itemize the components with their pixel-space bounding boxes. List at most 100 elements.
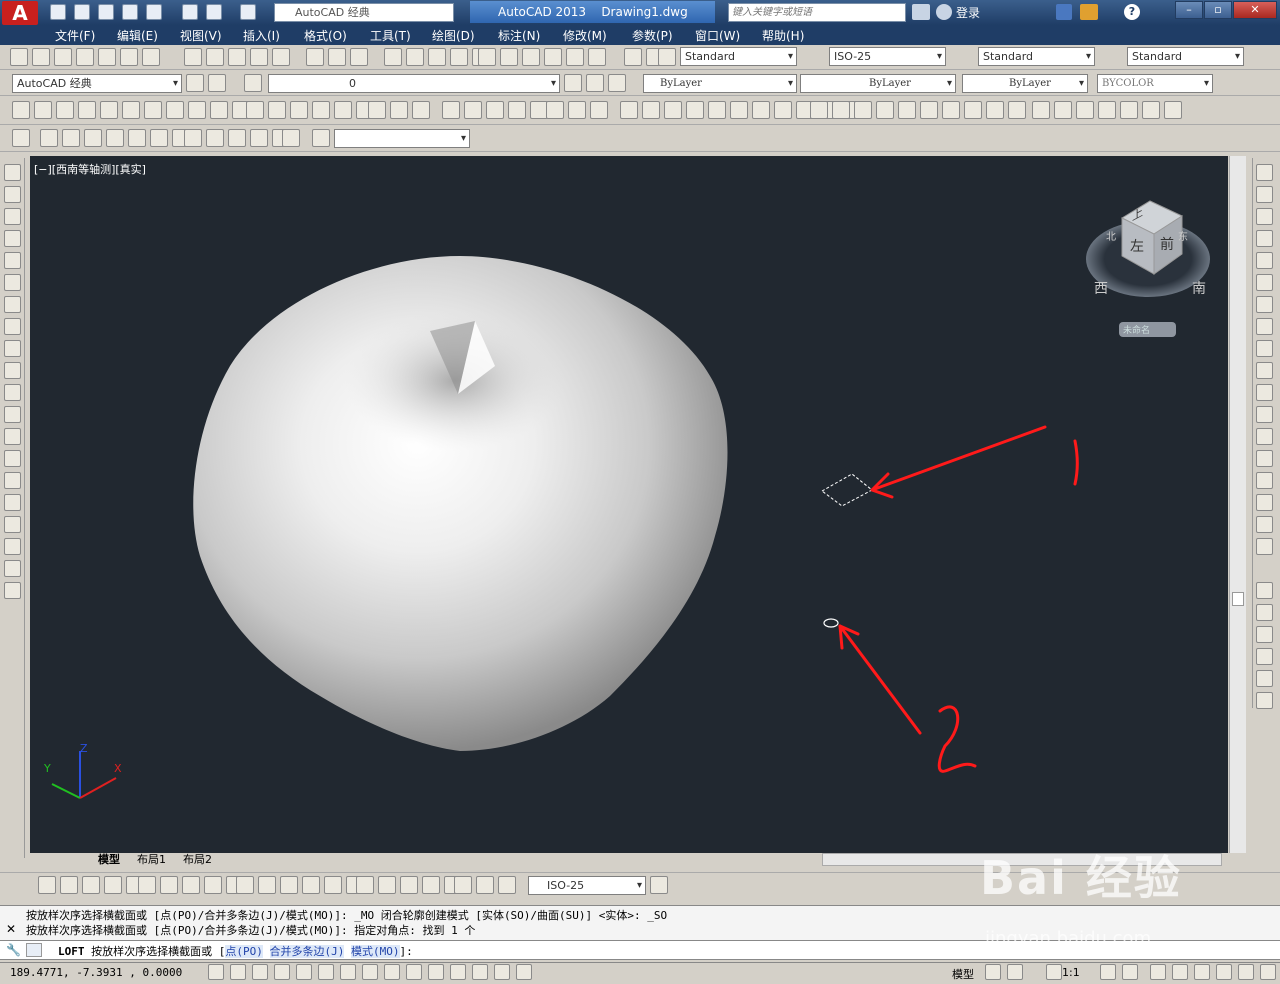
status-toggle-icon-20[interactable] [1150, 964, 1166, 980]
standard-tool-icon-6[interactable] [142, 48, 160, 66]
draw-tool-icon-7[interactable] [4, 318, 21, 335]
draw-tool-icon-18[interactable] [4, 560, 21, 577]
menu-item-9[interactable]: 参数(P) [632, 27, 673, 44]
modeling-tool-icon-48[interactable] [1008, 101, 1026, 119]
solid-edit-tool-icon-8[interactable] [184, 129, 202, 147]
help-icon[interactable]: ? [1124, 4, 1140, 20]
modeling-tool-icon-47[interactable] [986, 101, 1004, 119]
draw-tool-icon-16[interactable] [4, 516, 21, 533]
wcs-label[interactable]: 未命名 [1123, 323, 1150, 336]
text-style-combo[interactable]: Standard [680, 47, 797, 66]
menu-item-2[interactable]: 视图(V) [180, 27, 222, 44]
status-toggle-icon-23[interactable] [1216, 964, 1232, 980]
draw-tool-icon-4[interactable] [4, 252, 21, 269]
draw-tool-icon-11[interactable] [4, 406, 21, 423]
cmd-option-join[interactable]: 合并多条边(J) [269, 945, 345, 958]
modeling-tool-icon-35[interactable] [774, 101, 792, 119]
workspace-combo-2[interactable]: AutoCAD 经典 [12, 74, 182, 93]
modify-tool-icon-13[interactable] [1256, 450, 1273, 467]
modeling-tool-icon-4[interactable] [100, 101, 118, 119]
standard-tool-icon-21[interactable] [500, 48, 518, 66]
standard-tool-icon-9[interactable] [228, 48, 246, 66]
modify-tool-icon-8[interactable] [1256, 340, 1273, 357]
standard-tool-icon-23[interactable] [544, 48, 562, 66]
standard-tool-icon-15[interactable] [384, 48, 402, 66]
viewcube-left-label[interactable]: 左 [1130, 236, 1144, 256]
exchange-icon[interactable] [1056, 4, 1072, 20]
modify-tool-icon-16[interactable] [1256, 516, 1273, 533]
dimension-tool-icon-23[interactable] [498, 876, 516, 894]
dimension-tool-icon-13[interactable] [302, 876, 320, 894]
modeling-tool-icon-5[interactable] [122, 101, 140, 119]
draw-tool-icon-15[interactable] [4, 494, 21, 511]
layer-combo[interactable]: 0 [268, 74, 560, 93]
draw-tool-icon-8[interactable] [4, 340, 21, 357]
modeling-tool-icon-39[interactable] [810, 101, 828, 119]
status-toggle-icon-6[interactable] [340, 964, 356, 980]
named-view-combo[interactable] [334, 129, 470, 148]
status-toggle-icon-12[interactable] [472, 964, 488, 980]
plot-style-combo[interactable]: BYCOLOR [1097, 74, 1213, 93]
solid-edit-tool-icon-4[interactable] [106, 129, 124, 147]
login-link[interactable]: 登录 [956, 4, 980, 21]
menu-item-7[interactable]: 标注(N) [498, 27, 540, 44]
status-toggle-icon-11[interactable] [450, 964, 466, 980]
color-combo[interactable]: ByLayer [643, 74, 797, 93]
solid-edit-tool-icon-11[interactable] [250, 129, 268, 147]
menu-item-10[interactable]: 窗口(W) [695, 27, 740, 44]
cmd-option-mode[interactable]: 模式(MO) [351, 945, 400, 958]
modeling-tool-icon-20[interactable] [442, 101, 460, 119]
modeling-tool-icon-50[interactable] [1054, 101, 1072, 119]
tab-model[interactable]: 模型 [98, 853, 120, 867]
modeling-tool-icon-15[interactable] [334, 101, 352, 119]
modeling-tool-icon-18[interactable] [390, 101, 408, 119]
solid-edit-tool-icon-10[interactable] [228, 129, 246, 147]
modeling-tool-icon-28[interactable] [620, 101, 638, 119]
draw-tool-icon-19[interactable] [4, 582, 21, 599]
modeling-tool-icon-55[interactable] [1164, 101, 1182, 119]
modeling-tool-icon-8[interactable] [188, 101, 206, 119]
menu-item-0[interactable]: 文件(F) [55, 27, 95, 44]
modeling-tool-icon-14[interactable] [312, 101, 330, 119]
standard-tool-icon-1[interactable] [32, 48, 50, 66]
modeling-tool-icon-27[interactable] [590, 101, 608, 119]
modify-tool-icon-3[interactable] [1256, 230, 1273, 247]
layers-tool-icon-2[interactable] [244, 74, 262, 92]
redo-icon[interactable] [240, 4, 256, 20]
viewcube-east-label[interactable]: 东 [1178, 228, 1188, 243]
status-toggle-icon-19[interactable] [1122, 964, 1138, 980]
search-input[interactable]: 键入关键字或短语 [728, 3, 906, 22]
modeling-tool-icon-33[interactable] [730, 101, 748, 119]
draw-tool-icon-5[interactable] [4, 274, 21, 291]
status-toggle-icon-4[interactable] [296, 964, 312, 980]
modeling-tool-icon-7[interactable] [166, 101, 184, 119]
modify-tool-icon-10[interactable] [1256, 384, 1273, 401]
modeling-tool-icon-45[interactable] [942, 101, 960, 119]
new-icon[interactable] [50, 4, 66, 20]
modeling-tool-icon-34[interactable] [752, 101, 770, 119]
menu-item-3[interactable]: 插入(I) [243, 27, 280, 44]
dimension-tool-icon-12[interactable] [280, 876, 298, 894]
modeling-tool-icon-51[interactable] [1076, 101, 1094, 119]
annotation-scale[interactable]: 1:1 [1062, 966, 1080, 979]
dimension-tool-icon-6[interactable] [160, 876, 178, 894]
standard-tool-icon-11[interactable] [272, 48, 290, 66]
menu-item-8[interactable]: 修改(M) [563, 27, 607, 44]
undo-icon[interactable] [206, 4, 222, 20]
modeling-tool-icon-11[interactable] [246, 101, 264, 119]
dimension-tool-icon-3[interactable] [104, 876, 122, 894]
standard-tool-icon-8[interactable] [206, 48, 224, 66]
table-style-combo[interactable]: Standard [978, 47, 1095, 66]
dimension-tool-icon-11[interactable] [258, 876, 276, 894]
status-toggle-icon-16[interactable] [1007, 964, 1023, 980]
viewcube-north-label[interactable]: 北 [1106, 228, 1116, 243]
draw-tool-icon-3[interactable] [4, 230, 21, 247]
save-icon[interactable] [98, 4, 114, 20]
draw-tool-icon-14[interactable] [4, 472, 21, 489]
modify-tool-icon-7[interactable] [1256, 318, 1273, 335]
publish-icon[interactable] [146, 4, 162, 20]
modeling-tool-icon-6[interactable] [144, 101, 162, 119]
drawing-viewport[interactable]: [−][西南等轴测][真实] 上 左 前 东 北 西 南 未命名 Z Y X [30, 156, 1228, 853]
dimension-tool-icon-2[interactable] [82, 876, 100, 894]
modeling-tool-icon-17[interactable] [368, 101, 386, 119]
